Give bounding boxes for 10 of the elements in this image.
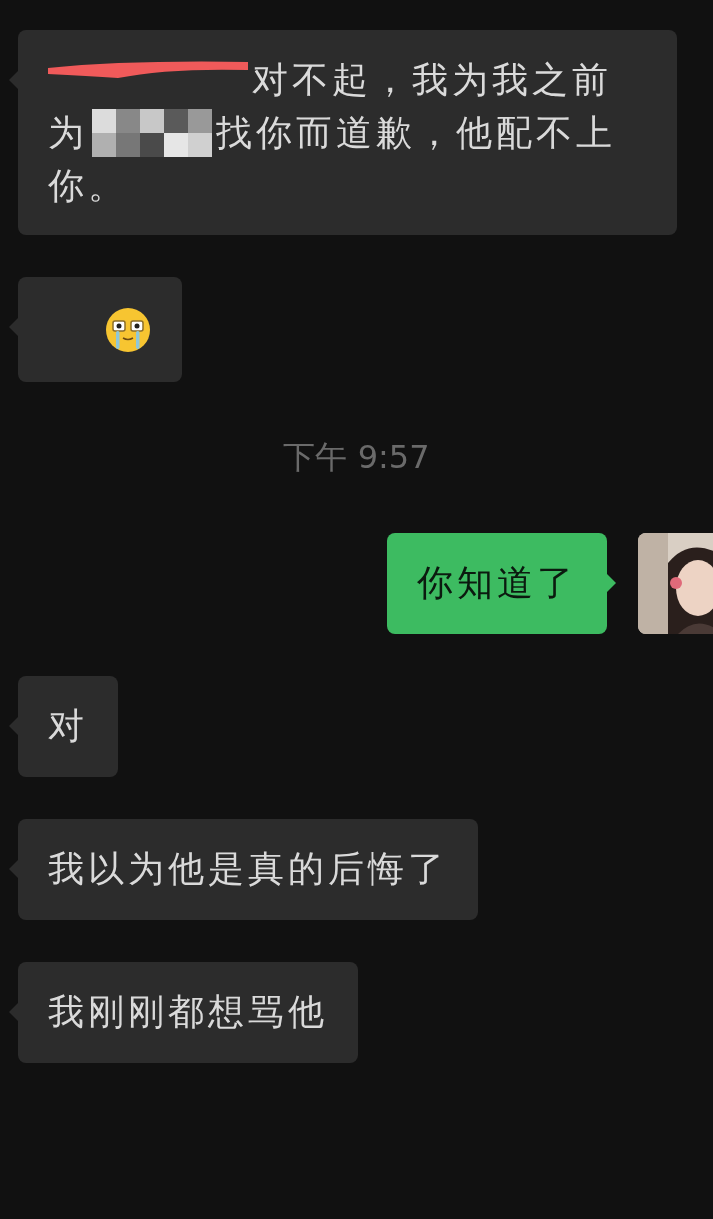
message-text: 你。 [48, 164, 128, 208]
message-text: 对不起，我为我之前 [252, 58, 612, 102]
message-text: 为 [48, 111, 88, 155]
message-text: 我以为他是真的后悔了 [48, 847, 448, 891]
message-text: 我刚刚都想骂他 [48, 990, 328, 1034]
message-text: 找你而道歉，他配不上 [216, 111, 616, 155]
crying-emoji-icon [104, 305, 152, 354]
timestamp: 下午 9:57 [283, 436, 430, 478]
message-text: 对 [48, 704, 88, 748]
message-text: 你知道了 [417, 561, 577, 605]
